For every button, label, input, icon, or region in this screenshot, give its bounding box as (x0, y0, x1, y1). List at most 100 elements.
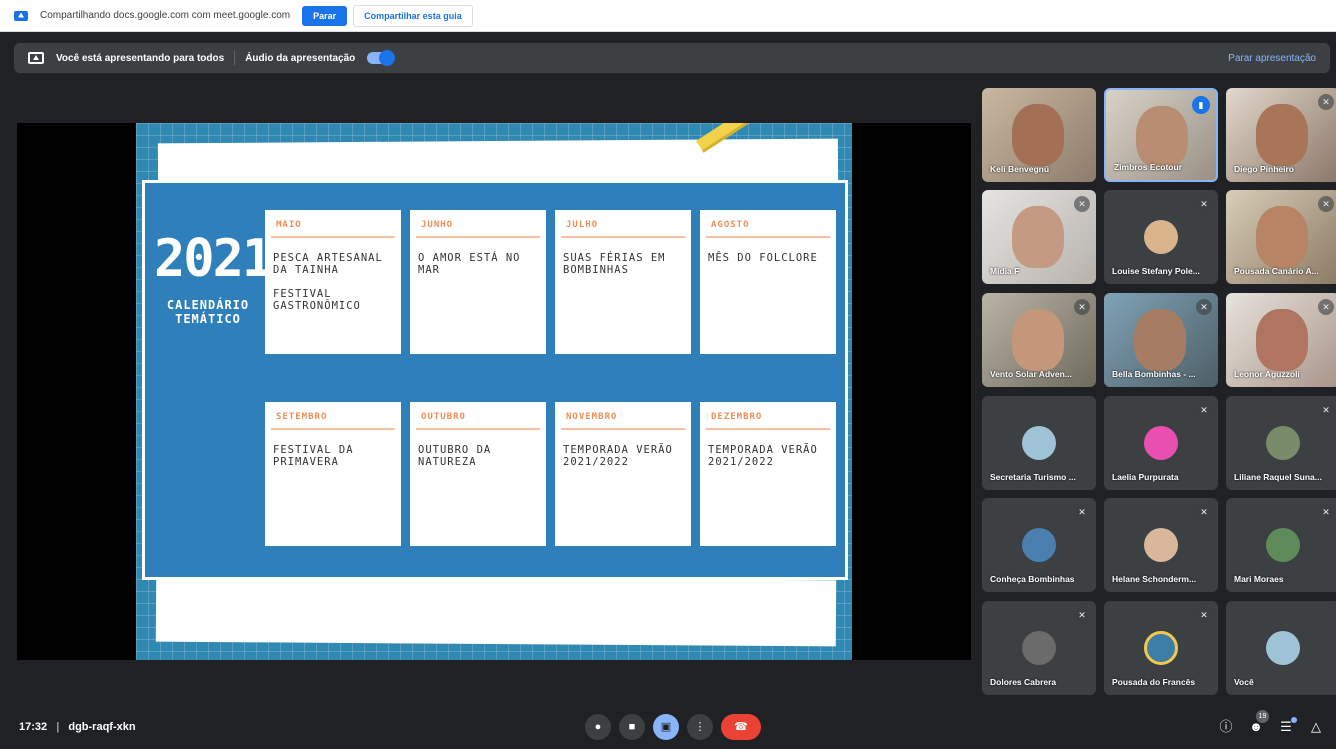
participant-tile[interactable]: Você (1226, 601, 1336, 695)
participant-name: Bella Bombinhas - ... (1112, 369, 1196, 379)
month-underline (706, 236, 830, 238)
share-status-text: Compartilhando docs.google.com com meet.… (40, 10, 291, 21)
calendar-slide: 2021 CALENDÁRIO TEMÁTICO MAIO PESCA ARTE… (136, 123, 852, 660)
month-event: SUAS FÉRIAS EM BOMBINHAS (563, 252, 666, 276)
participant-name: Pousada do Francês (1112, 677, 1196, 687)
divider (234, 51, 236, 65)
participant-name: Keli Benvegnú (990, 164, 1050, 174)
mic-off-icon: ✕ (1196, 504, 1212, 520)
mic-off-icon: ✕ (1196, 299, 1212, 315)
participant-tile[interactable]: ✕ Leonor Aguzzoli (1226, 293, 1336, 387)
screen-share-icon (14, 10, 28, 21)
bottom-control-bar: 17:32 | dgb-raqf-xkn ● ■ ▣ ⋮ ☎ ⓘ ☻ 19 ☰ … (0, 705, 1336, 749)
presenting-status-text: Você está apresentando para todos (56, 52, 225, 64)
month-card-maio: MAIO PESCA ARTESANAL DA TAINHA FESTIVAL … (265, 210, 401, 354)
mic-off-icon: ✕ (1196, 402, 1212, 418)
mic-off-icon: ✕ (1318, 504, 1334, 520)
stop-presenting-link[interactable]: Parar apresentação (1228, 53, 1316, 64)
participant-tile[interactable]: ✕ Liliane Raquel Suna... (1226, 396, 1336, 490)
participant-tile[interactable]: ✕ Bella Bombinhas - ... (1104, 293, 1218, 387)
separator: | (56, 721, 60, 733)
mic-icon[interactable]: ● (585, 714, 611, 740)
avatar (1022, 426, 1056, 460)
chat-notification-dot (1291, 717, 1297, 723)
month-card-dezembro: DEZEMBRO TEMPORADA VERÃO 2021/2022 (700, 402, 836, 546)
participant-tile[interactable]: ✕ Laelia Purpurata (1104, 396, 1218, 490)
month-underline (271, 428, 395, 430)
side-controls: ⓘ ☻ 19 ☰ △ (1218, 710, 1324, 735)
present-icon[interactable]: ▣ (653, 714, 679, 740)
activities-icon[interactable]: △ (1308, 719, 1324, 735)
chat-icon[interactable]: ☰ (1278, 717, 1297, 735)
mic-off-icon: ✕ (1318, 94, 1334, 110)
month-underline (561, 236, 685, 238)
avatar (1144, 220, 1178, 254)
month-name: SETEMBRO (276, 412, 328, 422)
participant-tile[interactable]: ✕ Dolores Cabrera (982, 601, 1096, 695)
participant-tile[interactable]: Keli Benvegnú (982, 88, 1096, 182)
current-time: 17:32 (19, 721, 48, 733)
participant-name: Secretaria Turismo ... (990, 472, 1076, 482)
share-this-tab-button[interactable]: Compartilhar esta guia (353, 4, 473, 27)
participant-tile[interactable]: ✕ Vento Solar Adven... (982, 293, 1096, 387)
participant-name: Diego Pinheiro (1234, 164, 1294, 174)
participant-tile[interactable]: ▮ Zimbros Ecotour (1104, 88, 1218, 182)
month-card-julho: JULHO SUAS FÉRIAS EM BOMBINHAS (555, 210, 691, 354)
month-event: TEMPORADA VERÃO 2021/2022 (563, 444, 673, 468)
mic-off-icon: ✕ (1196, 607, 1212, 623)
stop-sharing-button[interactable]: Parar (302, 5, 348, 26)
info-icon[interactable]: ⓘ (1218, 719, 1234, 735)
month-name: DEZEMBRO (711, 412, 763, 422)
month-event: TEMPORADA VERÃO 2021/2022 (708, 444, 818, 468)
avatar (1144, 426, 1178, 460)
slide-paper-bottom (155, 575, 837, 647)
mic-off-icon: ✕ (1196, 196, 1212, 212)
participant-tile[interactable]: ✕ Diego Pinheiro (1226, 88, 1336, 182)
mic-off-icon: ✕ (1074, 607, 1090, 623)
mic-off-icon: ✕ (1074, 504, 1090, 520)
speaking-icon: ▮ (1192, 96, 1210, 114)
month-event: FESTIVAL DA PRIMAVERA (273, 444, 354, 468)
participant-tile[interactable]: ✕ Louise Stefany Pole... (1104, 190, 1218, 284)
participant-name: Laelia Purpurata (1112, 472, 1179, 482)
month-underline (416, 236, 540, 238)
presenting-bar: Você está apresentando para todos Áudio … (14, 43, 1330, 73)
camera-icon[interactable]: ■ (619, 714, 645, 740)
month-event: PESCA ARTESANAL DA TAINHA FESTIVAL GASTR… (273, 252, 383, 312)
participant-name: Louise Stefany Pole... (1112, 266, 1200, 276)
participant-tile[interactable]: ✕ Conheça Bombinhas (982, 498, 1096, 592)
meeting-info: 17:32 | dgb-raqf-xkn (19, 721, 136, 733)
participant-video (1256, 206, 1308, 268)
participant-tile[interactable]: ✕ Mari Moraes (1226, 498, 1336, 592)
participant-tile[interactable]: ✕ Helane Schonderm... (1104, 498, 1218, 592)
month-name: NOVEMBRO (566, 412, 618, 422)
more-icon[interactable]: ⋮ (687, 714, 713, 740)
participant-name: Pousada Canário A... (1234, 266, 1319, 276)
mic-off-icon: ✕ (1074, 299, 1090, 315)
calendar-title: CALENDÁRIO TEMÁTICO (166, 298, 250, 326)
avatar (1144, 631, 1178, 665)
participant-tile[interactable]: Secretaria Turismo ... (982, 396, 1096, 490)
participant-name: Zimbros Ecotour (1114, 162, 1183, 172)
month-name: OUTUBRO (421, 412, 466, 422)
participant-tile[interactable]: ✕ Mídia F (982, 190, 1096, 284)
presentation-audio-label: Áudio da apresentação (245, 52, 356, 64)
leave-call-icon[interactable]: ☎ (721, 714, 761, 740)
participant-name: Mari Moraes (1234, 574, 1284, 584)
mic-off-icon: ✕ (1318, 402, 1334, 418)
participant-name: Você (1234, 677, 1254, 687)
participant-count-badge: 19 (1256, 710, 1269, 723)
month-card-setembro: SETEMBRO FESTIVAL DA PRIMAVERA (265, 402, 401, 546)
participant-video (1136, 106, 1188, 168)
month-name: JULHO (566, 220, 599, 230)
participant-tile[interactable]: ✕ Pousada do Francês (1104, 601, 1218, 695)
participant-tile[interactable]: ✕ Pousada Canário A... (1226, 190, 1336, 284)
mic-off-icon: ✕ (1318, 196, 1334, 212)
participant-name: Helane Schonderm... (1112, 574, 1197, 584)
call-controls: ● ■ ▣ ⋮ ☎ (585, 714, 761, 740)
presentation-audio-toggle[interactable] (367, 50, 396, 66)
people-icon[interactable]: ☻ 19 (1248, 710, 1269, 735)
month-underline (561, 428, 685, 430)
avatar (1022, 631, 1056, 665)
month-event: O AMOR ESTÁ NO MAR (418, 252, 521, 276)
